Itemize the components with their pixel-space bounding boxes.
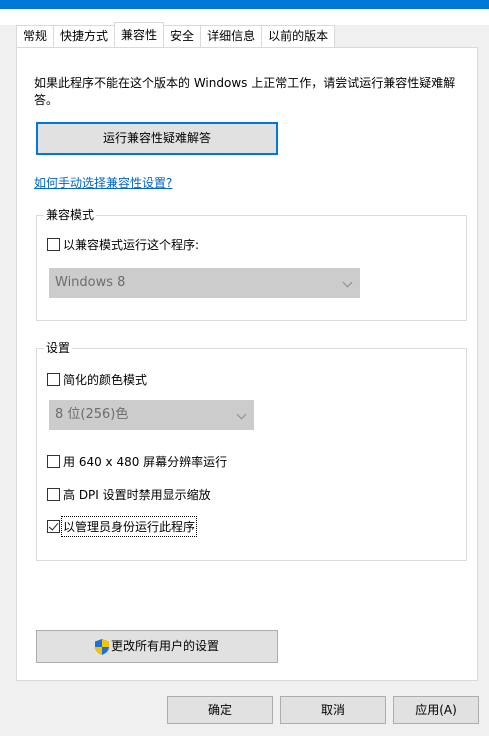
run-640x480-checkbox[interactable]: 用 640 x 480 屏幕分辨率运行 (47, 453, 227, 470)
color-select[interactable]: 8 位(256)色 (49, 400, 254, 430)
compat-mode-checkbox-label: 以兼容模式运行这个程序: (63, 238, 200, 252)
ok-button[interactable]: 确定 (167, 696, 273, 724)
tab-security[interactable]: 安全 (163, 25, 202, 47)
tab-shortcut[interactable]: 快捷方式 (53, 25, 116, 47)
run-as-admin-checkbox-box[interactable] (47, 520, 60, 533)
compat-mode-checkbox-box[interactable] (47, 238, 60, 251)
window-top-bar (0, 0, 489, 9)
run-as-admin-checkbox[interactable]: 以管理员身份运行此程序 (47, 516, 198, 537)
os-select-value: Windows 8 (55, 275, 126, 290)
color-select-value: 8 位(256)色 (55, 407, 129, 422)
troubleshoot-button[interactable]: 运行兼容性疑难解答 (36, 122, 278, 155)
apply-button[interactable]: 应用(A) (393, 696, 479, 724)
tab-details[interactable]: 详细信息 (200, 25, 263, 47)
manual-settings-link[interactable]: 如何手动选择兼容性设置? (34, 174, 172, 191)
tab-compatibility[interactable]: 兼容性 (114, 22, 165, 47)
run-as-admin-label: 以管理员身份运行此程序 (60, 516, 198, 537)
reduced-color-checkbox[interactable]: 简化的颜色模式 (47, 371, 147, 388)
all-users-settings-label: 更改所有用户的设置 (110, 639, 219, 653)
tab-general[interactable]: 常规 (16, 25, 55, 47)
all-users-settings-button[interactable]: 更改所有用户的设置 (36, 630, 278, 663)
intro-text: 如果此程序不能在这个版本的 Windows 上正常工作，请尝试运行兼容性疑难解答… (34, 76, 456, 107)
chevron-down-icon (342, 277, 353, 288)
compatibility-panel: 如果此程序不能在这个版本的 Windows 上正常工作，请尝试运行兼容性疑难解答… (16, 47, 478, 681)
high-dpi-label: 高 DPI 设置时禁用显示缩放 (63, 488, 211, 502)
reduced-color-checkbox-box[interactable] (47, 373, 60, 386)
tab-strip: 常规 快捷方式 兼容性 安全 详细信息 以前的版本 (16, 22, 336, 47)
high-dpi-checkbox-box[interactable] (47, 488, 60, 501)
settings-legend: 设置 (44, 340, 73, 356)
settings-group: 设置 简化的颜色模式 8 位(256)色 用 640 x 480 屏幕分辨率运行… (36, 340, 467, 561)
dialog-footer: 确定 取消 应用(A) (0, 681, 489, 736)
high-dpi-checkbox[interactable]: 高 DPI 设置时禁用显示缩放 (47, 486, 211, 503)
run-640x480-checkbox-box[interactable] (47, 455, 60, 468)
os-select[interactable]: Windows 8 (49, 268, 360, 298)
compat-mode-legend: 兼容模式 (44, 207, 97, 223)
tab-previous-versions[interactable]: 以前的版本 (261, 25, 336, 47)
reduced-color-label: 简化的颜色模式 (63, 373, 148, 387)
uac-shield-icon (94, 638, 109, 655)
cancel-button[interactable]: 取消 (280, 696, 386, 724)
compat-mode-checkbox[interactable]: 以兼容模式运行这个程序: (47, 236, 199, 253)
title-area (0, 9, 489, 25)
run-640x480-label: 用 640 x 480 屏幕分辨率运行 (63, 455, 228, 469)
chevron-down-icon (236, 409, 247, 420)
compat-mode-group: 兼容模式 以兼容模式运行这个程序: Windows 8 (36, 207, 467, 321)
